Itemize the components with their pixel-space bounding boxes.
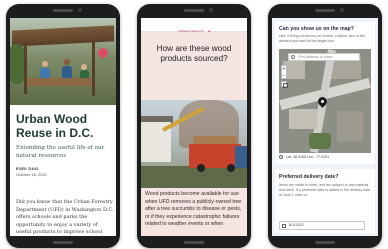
- phone-home-indicator: [53, 241, 73, 244]
- phone-camera: [78, 8, 82, 12]
- calendar-icon[interactable]: [282, 223, 286, 228]
- delivery-date-card: Preferred delivery date? Items are made …: [275, 169, 375, 233]
- delivery-date-hint: Items are made to order, and are subject…: [279, 183, 371, 197]
- latlon-text: Lat: 38.9165 Lon: -77.0251: [286, 155, 330, 159]
- phone-home-indicator: [315, 241, 335, 244]
- map-question-title: Can you show us on the map?: [279, 26, 354, 32]
- map-search-input[interactable]: Find address or place: [288, 53, 360, 61]
- phone-story-intro: Urban Wood Reuse in D.C. Extending the u…: [6, 4, 120, 248]
- delivery-date-input[interactable]: 6/1/2022: [279, 221, 365, 230]
- phone-speaker: [184, 9, 204, 12]
- hero-image: [10, 18, 116, 105]
- phone-home-indicator: [184, 241, 204, 244]
- story-title: Urban Wood Reuse in D.C.: [16, 112, 94, 140]
- screen-survey[interactable]: Can you show us on the map? Hint: If fil…: [272, 18, 378, 236]
- section-header-panel: [141, 32, 247, 100]
- story-byline: ESRI DUG: [16, 166, 39, 171]
- phone-speaker: [315, 9, 335, 12]
- phone-speaker: [53, 9, 73, 12]
- delivery-date-value: 6/1/2022: [289, 223, 304, 227]
- story-body: Did you know that the Urban Forestry Dep…: [16, 199, 114, 235]
- screen-story-section[interactable]: Urban Wood ▾ How are these wood products…: [141, 18, 247, 236]
- map-question-hint: Hint: If filling out survey on mobile, a…: [279, 34, 366, 43]
- location-icon[interactable]: [279, 155, 283, 160]
- phone-camera: [209, 8, 213, 12]
- search-icon: [291, 55, 295, 59]
- location-map[interactable]: Find address or place + −: [279, 49, 371, 153]
- map-search-placeholder: Find address or place: [298, 55, 333, 59]
- phone-camera: [340, 8, 344, 12]
- phone-story-section: Urban Wood ▾ How are these wood products…: [137, 4, 251, 248]
- screen-story-intro[interactable]: Urban Wood Reuse in D.C. Extending the u…: [10, 18, 116, 236]
- zoom-control[interactable]: + −: [281, 65, 287, 79]
- story-subtitle: Extending the useful life of our natural…: [16, 145, 105, 159]
- story-nav-dropdown[interactable]: Urban Wood ▾: [141, 18, 247, 34]
- latlon-readout: Lat: 38.9165 Lon: -77.0251: [279, 155, 330, 160]
- section-question: How are these wood products sourced?: [156, 44, 232, 63]
- map-question-card: Can you show us on the map? Hint: If fil…: [275, 22, 375, 164]
- home-icon[interactable]: [281, 81, 288, 88]
- wood-truck-photo: [141, 100, 247, 188]
- section-caption: Wood products become available for use w…: [141, 188, 247, 236]
- delivery-date-title: Preferred delivery date?: [279, 174, 339, 180]
- phone-survey: Can you show us on the map? Hint: If fil…: [268, 4, 382, 248]
- story-date: October 16, 2021: [16, 172, 47, 177]
